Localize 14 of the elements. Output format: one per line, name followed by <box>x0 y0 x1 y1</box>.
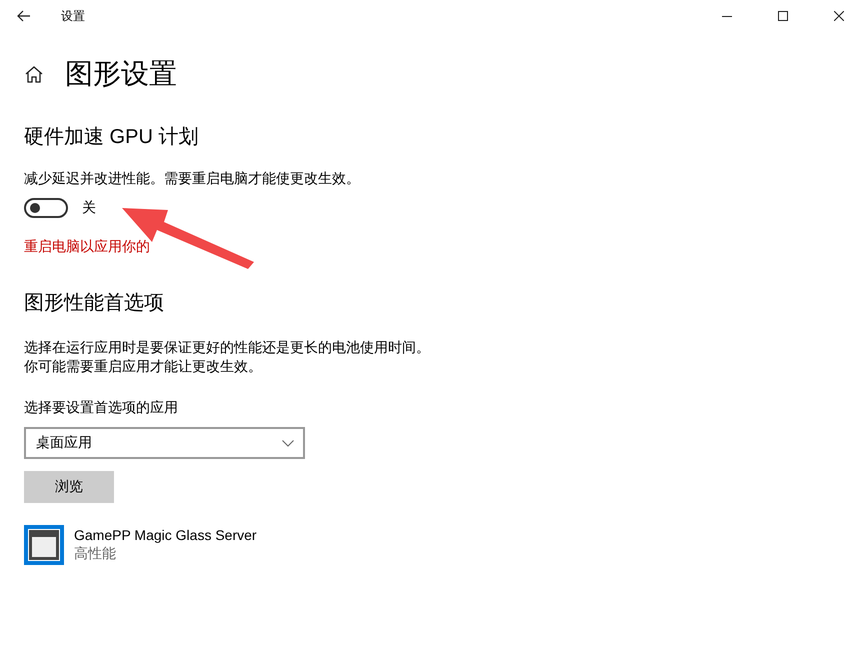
restart-notice: 重启电脑以应用你的 <box>24 238 151 256</box>
section-title: 图形性能首选项 <box>24 291 165 316</box>
toggle-label: 关 <box>82 199 96 217</box>
browse-button[interactable]: 浏览 <box>24 471 114 503</box>
section-title: 硬件加速 GPU 计划 <box>24 125 200 150</box>
description-text: 减少延迟并改进性能。需要重启电脑才能使更改生效。 <box>24 170 361 188</box>
app-preference: 高性能 <box>74 545 117 563</box>
app-type-dropdown[interactable]: 桌面应用 <box>24 427 305 459</box>
app-name[interactable]: GamePP Magic Glass Server <box>74 527 257 543</box>
description-text: 你可能需要重启应用才能让更改生效。 <box>24 357 263 376</box>
page-title: 图形设置 <box>65 57 177 91</box>
picker-label: 选择要设置首选项的应用 <box>24 399 179 417</box>
description-text: 选择在运行应用时是要保证更好的性能还是更长的电池使用时间。 <box>24 338 431 357</box>
window-title: 设置 <box>61 8 85 24</box>
